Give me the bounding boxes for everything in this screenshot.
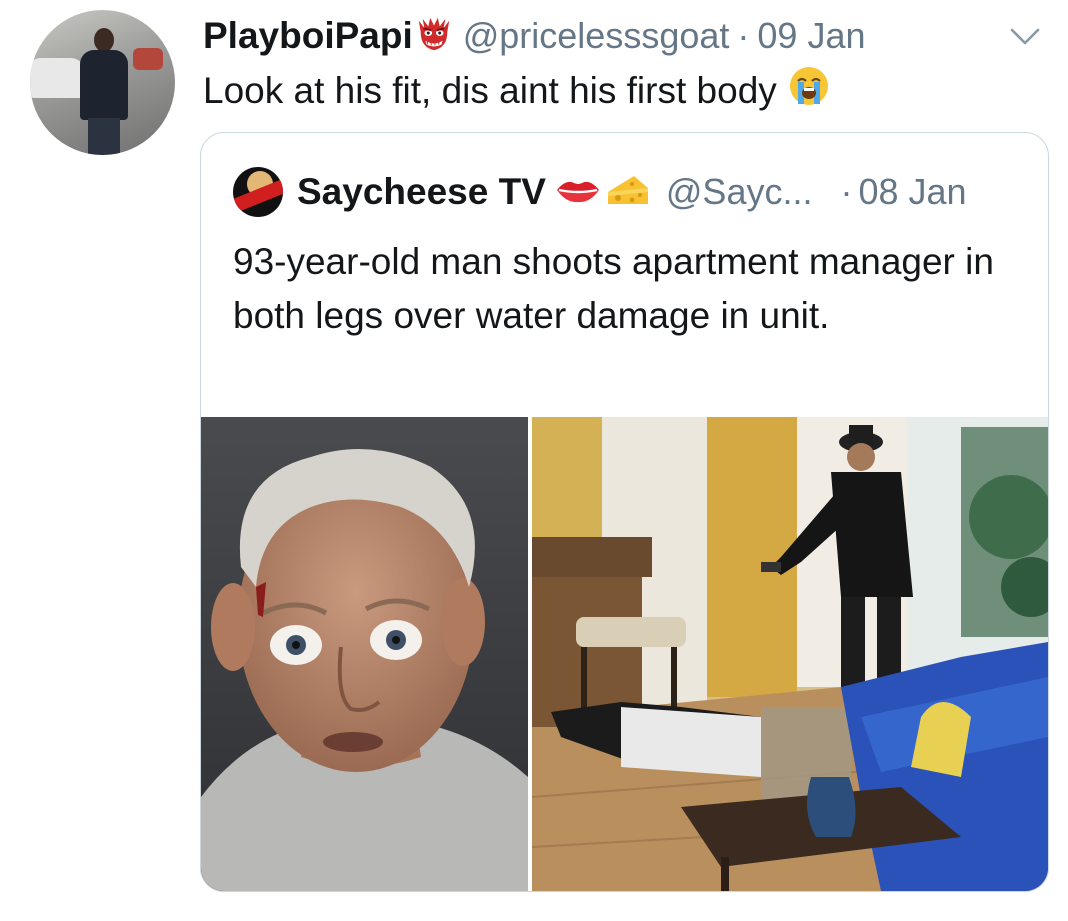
tweet-text-row: Look at his fit, dis aint his first body — [203, 64, 831, 117]
cheese-emoji-icon — [602, 170, 652, 215]
quoted-tweet-date[interactable]: 08 Jan — [858, 171, 966, 213]
tweet-header: PlayboiPapi @pricelesssgoat · 09 Jan — [203, 12, 866, 60]
author-avatar[interactable] — [30, 10, 175, 155]
surveillance-photo[interactable] — [531, 417, 1048, 891]
quoted-author-display-name[interactable]: Saycheese TV — [297, 171, 546, 213]
quoted-author-avatar[interactable] — [233, 167, 283, 217]
quoted-tweet-media[interactable] — [201, 417, 1048, 891]
chevron-down-icon[interactable] — [1004, 22, 1046, 52]
quoted-separator-dot: · — [840, 171, 853, 212]
quoted-tweet-card[interactable]: Saycheese TV @Sayc... · 08 Jan 93-year-o… — [200, 132, 1049, 892]
tweet-date[interactable]: 09 Jan — [757, 15, 865, 57]
separator-dot: · — [737, 15, 750, 56]
quoted-tweet-text: 93-year-old man shoots apartment manager… — [233, 241, 994, 336]
avatar-background-car-red — [133, 48, 163, 70]
tweet-text: Look at his fit, dis aint his first body — [203, 69, 777, 111]
loudly-crying-face-icon — [777, 64, 831, 117]
ogre-emoji-icon — [413, 15, 453, 58]
avatar-person — [78, 28, 130, 155]
quoted-author-handle[interactable]: @Sayc... — [666, 171, 813, 213]
author-handle[interactable]: @pricelesssgoat — [463, 15, 730, 57]
quoted-tweet-header: Saycheese TV @Sayc... · 08 Jan — [233, 165, 967, 219]
mugshot-photo[interactable] — [201, 417, 528, 891]
author-display-name[interactable]: PlayboiPapi — [203, 15, 413, 57]
avatar-background-car — [30, 58, 85, 98]
lips-emoji-icon — [546, 175, 602, 210]
